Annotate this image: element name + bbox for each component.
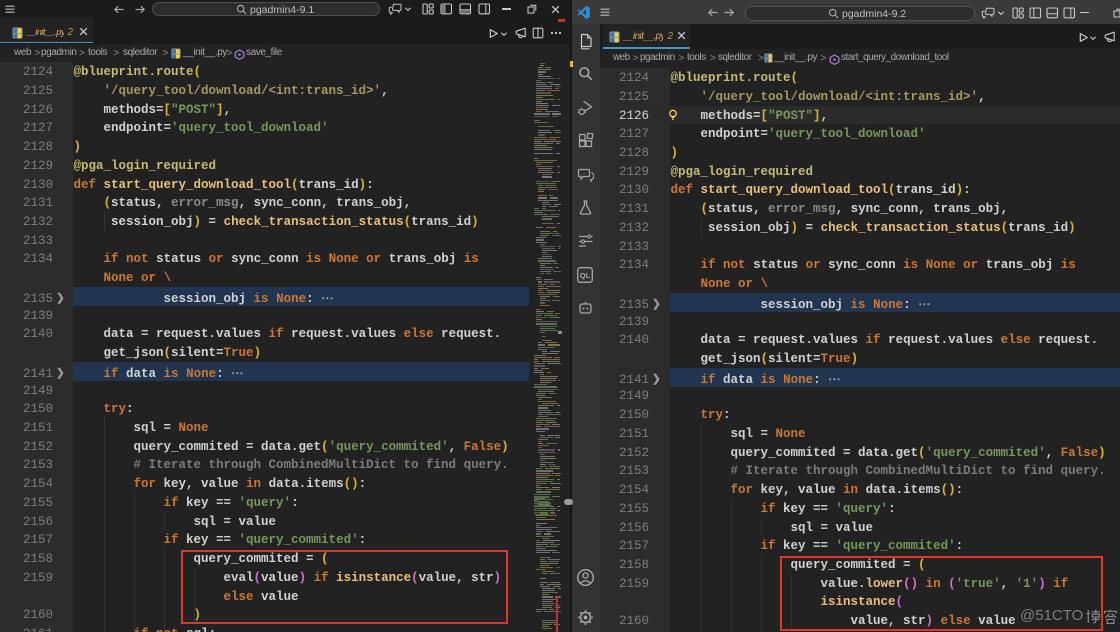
svg-text:QL: QL xyxy=(580,271,591,280)
